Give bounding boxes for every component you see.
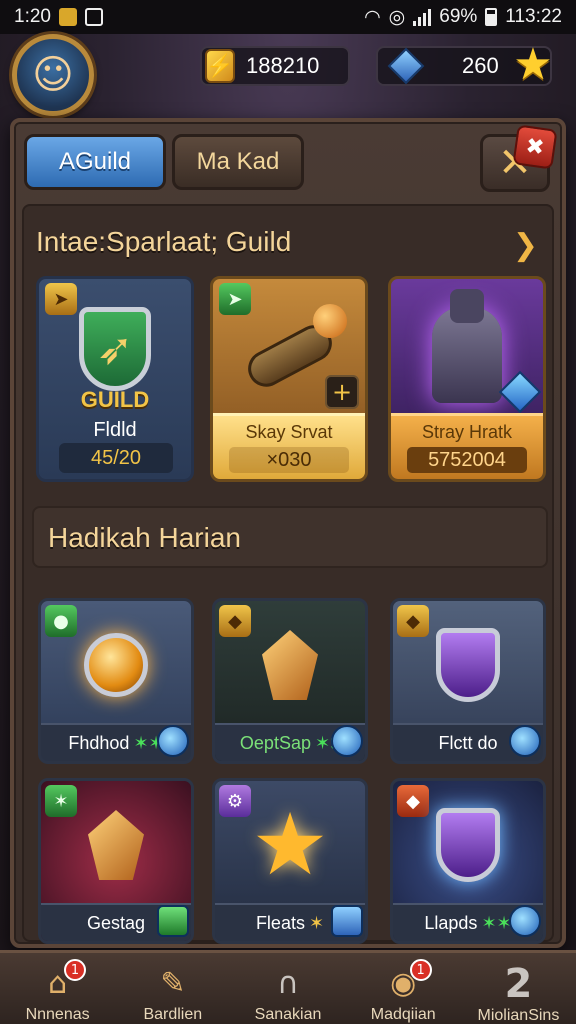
golden-arrow-crystal-icon bbox=[88, 810, 144, 880]
signal-icon bbox=[413, 8, 432, 26]
nav-item-helmet[interactable]: ∩ Sanakian bbox=[230, 953, 345, 1024]
featured-guild-subtitle: Fldld bbox=[93, 419, 137, 441]
daily-card-5[interactable]: ⚙ ★ Fleats ✶ bbox=[212, 778, 368, 944]
gold-star-icon: ★ bbox=[251, 795, 329, 895]
amber-crystal-icon bbox=[262, 630, 318, 700]
featured-guild-value: 45/20 bbox=[59, 443, 173, 473]
daily-card-label: Fleats bbox=[255, 912, 305, 933]
daily-section-header: Hadikah Harian bbox=[32, 506, 548, 568]
purple-shield-icon bbox=[436, 628, 500, 702]
nav-label: Madqiian bbox=[370, 1006, 436, 1023]
gem-amount: 260 bbox=[462, 53, 499, 78]
blue-gem-icon bbox=[157, 725, 189, 757]
gold-amount: 188210 bbox=[246, 53, 320, 78]
daily-card-label: Gestag bbox=[86, 912, 146, 933]
gem-icon bbox=[387, 47, 425, 85]
featured-item-title: Skay Srvat bbox=[245, 422, 333, 442]
home-notification-icon bbox=[84, 8, 103, 26]
featured-card-guild[interactable]: ➤ ➶ GUILD Fldld 45/20 bbox=[36, 276, 194, 482]
chevron-right-icon[interactable]: ❯ bbox=[513, 228, 538, 263]
green-gem-icon bbox=[157, 905, 189, 937]
guild-panel: AGuild Ma Kad ✕ ✖ Intae:Sparlaat; Guild … bbox=[10, 118, 566, 948]
board-pencil-icon: ✎ bbox=[160, 966, 186, 1001]
nav-label: Bardlien bbox=[143, 1006, 203, 1023]
daily-card-label: Fhdhod bbox=[68, 732, 130, 753]
nav-item-home[interactable]: ⌂ 1 Nnnenas bbox=[0, 953, 115, 1024]
nav-item-board[interactable]: ✎ Bardlien bbox=[115, 953, 230, 1024]
featured-hero-title: Stray Hratk bbox=[421, 422, 513, 442]
gem-counter[interactable]: 260 ★ bbox=[376, 42, 553, 88]
player-avatar[interactable]: ☺ bbox=[12, 34, 94, 116]
battery-percent: 69% bbox=[439, 6, 478, 27]
blue-gem-icon bbox=[331, 725, 363, 757]
featured-guild-title: GUILD bbox=[80, 387, 150, 412]
notification-badge: 1 bbox=[64, 959, 86, 981]
star-icon[interactable]: ★ bbox=[510, 42, 556, 88]
daily-card-4[interactable]: ✶ Gestag bbox=[38, 778, 194, 944]
tab-guild[interactable]: AGuild bbox=[24, 134, 166, 190]
nav-label: MiolianSins bbox=[477, 1007, 560, 1024]
daily-card-3[interactable]: ◆ Flctt do bbox=[390, 598, 546, 764]
status-time: 1:20 bbox=[14, 6, 51, 27]
daily-section-title: Hadikah Harian bbox=[48, 522, 241, 553]
close-button[interactable]: ✕ ✖ bbox=[480, 124, 558, 192]
blue-crystal-icon bbox=[331, 905, 363, 937]
daily-card-accent: ✶✶ bbox=[481, 912, 512, 933]
plus-icon[interactable]: + bbox=[325, 375, 359, 409]
blue-orb-icon bbox=[509, 725, 541, 757]
nav-label: Sanakian bbox=[254, 1006, 322, 1023]
guild-shield-icon: ➶ bbox=[79, 307, 151, 391]
battery-icon bbox=[485, 8, 498, 26]
featured-card-hero[interactable]: Stray Hratk 5752004 bbox=[388, 276, 546, 482]
status-clock: 113:22 bbox=[505, 6, 562, 27]
bottom-nav: ⌂ 1 Nnnenas ✎ Bardlien ∩ Sanakian ◉ 1 Ma… bbox=[0, 950, 576, 1024]
tab-ma-kad[interactable]: Ma Kad bbox=[172, 134, 304, 190]
daily-card-label: Llapds bbox=[424, 912, 478, 933]
glowing-shield-icon bbox=[436, 808, 500, 882]
daily-card-2[interactable]: ◆ OeptSap ✶9 bbox=[212, 598, 368, 764]
featured-card-item[interactable]: ➤ + Skay Srvat ×030 bbox=[210, 276, 368, 482]
daily-card-accent: ✶ bbox=[308, 912, 325, 933]
blue-orb-icon bbox=[509, 905, 541, 937]
nav-label: Nnnenas bbox=[25, 1006, 90, 1023]
nav-item-medal[interactable]: ◉ 1 Madqiian bbox=[346, 953, 461, 1024]
gold-bolt-icon: ⚡ bbox=[205, 49, 235, 83]
status-bar: 1:20 ◠ ◎ 69% 113:22 bbox=[0, 0, 576, 34]
featured-item-value: ×030 bbox=[229, 447, 349, 473]
nav-item-number[interactable]: 2 MiolianSins bbox=[461, 953, 576, 1024]
close-badge-icon: ✖ bbox=[512, 124, 558, 170]
notification-badge: 1 bbox=[409, 959, 432, 981]
alarm-icon: ◎ bbox=[388, 6, 406, 28]
top-bar: ☺ ⚡ 188210 260 ★ bbox=[0, 34, 576, 116]
daily-card-6[interactable]: ◆ Llapds ✶✶ bbox=[390, 778, 546, 944]
game-notification-icon bbox=[58, 8, 77, 26]
daily-card-1[interactable]: ● Fhdhod ✶✶ bbox=[38, 598, 194, 764]
panel-content: Intae:Sparlaat; Guild ❯ ➤ ➶ GUILD Fldld … bbox=[22, 204, 554, 944]
wifi-icon: ◠ bbox=[364, 6, 381, 28]
number-two-icon: 2 bbox=[504, 961, 533, 1007]
featured-section-title: Intae:Sparlaat; Guild bbox=[36, 226, 292, 257]
golden-orb-icon bbox=[84, 633, 148, 697]
daily-card-label: Flctt do bbox=[438, 732, 498, 753]
daily-card-label: OeptSap bbox=[239, 732, 311, 753]
helmet-icon: ∩ bbox=[277, 966, 299, 1001]
gold-counter[interactable]: ⚡ 188210 bbox=[200, 46, 350, 86]
avatar-portrait-icon: ☺ bbox=[32, 52, 74, 98]
featured-hero-value: 5752004 bbox=[407, 447, 527, 473]
